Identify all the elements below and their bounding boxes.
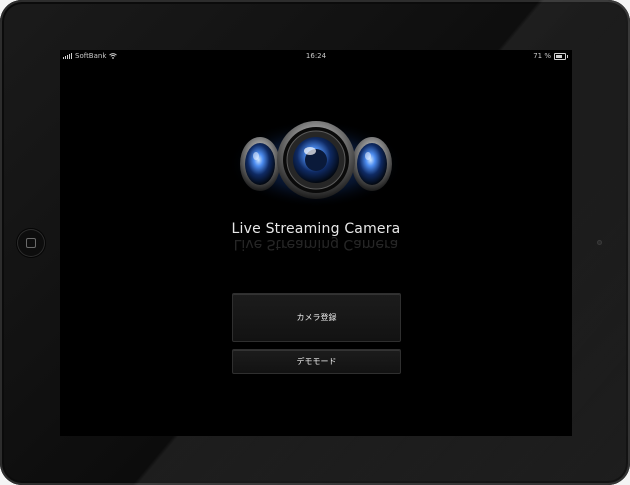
camera-lenses-icon [228,120,404,208]
home-button[interactable] [17,229,45,257]
app-title: Live Streaming Camera [231,221,401,237]
front-camera-icon [597,240,602,245]
status-time: 16:24 [305,52,327,60]
ipad-frame: SoftBank 16:24 71 % Live Streaming Camer… [0,0,630,485]
app-screen: SoftBank 16:24 71 % Live Streaming Camer… [60,50,572,436]
status-bar: SoftBank 16:24 71 % [60,50,572,62]
battery-percent: 71 % [533,52,551,60]
status-right: 71 % [533,52,568,60]
demo-mode-button[interactable]: デモモード [232,349,401,374]
home-button-icon [26,238,36,248]
camera-register-button[interactable]: カメラ登録 [232,293,401,342]
battery-icon [554,52,568,60]
app-title-reflection: Live Streaming Camera [233,236,399,252]
battery-fill [556,54,562,58]
